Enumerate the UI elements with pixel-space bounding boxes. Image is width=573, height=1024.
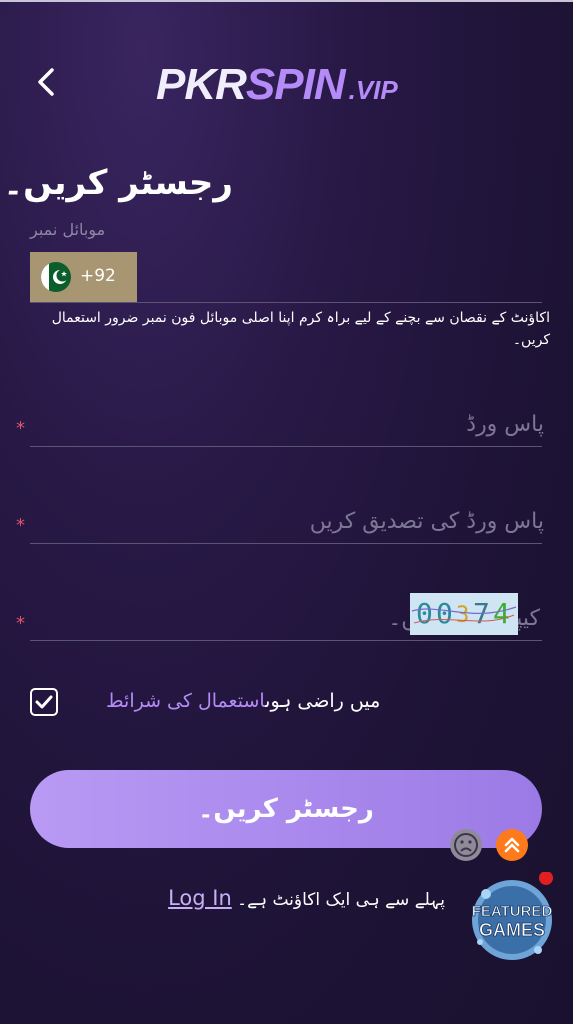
login-prompt: پہلے سے ہی ایک اکاؤنٹ ہے۔ Log In [168,886,445,910]
country-code-text: +92 [80,266,116,286]
terms-link[interactable]: استعمال کی شرائط [106,690,265,712]
required-marker: * [16,613,25,634]
double-chevron-up-icon [504,837,520,853]
logo-pkr: PKR [156,60,247,109]
scroll-up-button[interactable] [496,829,528,861]
terms-row: میں راضی ہوںاستعمال کی شرائط [30,686,430,718]
agree-prefix: میں راضی ہوں [265,690,381,712]
chevron-left-icon [38,68,54,96]
captcha-noise [411,606,517,624]
page-title: رجسٹر کریں۔ [3,163,233,203]
logo-vip: .VIP [348,75,398,105]
login-link[interactable]: Log In [168,886,232,910]
have-account-text: پہلے سے ہی ایک اکاؤنٹ ہے۔ [237,890,445,910]
captcha-image[interactable]: 0 0 3 7 4 [410,593,518,635]
featured-games-widget[interactable]: FEATURED GAMES [466,871,558,964]
featured-games-badge-icon: FEATURED GAMES [471,871,553,960]
terms-text: میں راضی ہوںاستعمال کی شرائط [106,690,380,712]
brand-logo: PKR SPIN .VIP [156,60,398,110]
checkmark-icon [35,695,53,709]
confirm-password-input[interactable] [30,497,546,545]
terms-checkbox[interactable] [30,688,58,716]
confirm-password-field[interactable] [30,497,546,545]
required-marker: * [16,515,25,536]
featured-line1: FEATURED [472,903,553,920]
required-marker: * [16,418,25,439]
pakistan-flag-icon [41,262,71,292]
logo-spin: SPIN [245,60,346,109]
back-button[interactable] [30,62,66,102]
phone-hint-text: اکاؤنٹ کے نقصان سے بچنے کے لیے براہ کرم … [51,310,550,348]
status-divider [0,0,573,2]
password-field[interactable] [30,400,546,448]
country-code-selector[interactable]: +92 [30,252,137,302]
sad-face-icon [454,833,478,857]
featured-line2: GAMES [479,920,545,940]
mobile-number-label: موبائل نمبر [30,220,106,239]
sad-face-button[interactable] [450,829,482,861]
phone-field[interactable]: +92 [30,252,542,303]
password-input[interactable] [30,400,546,448]
